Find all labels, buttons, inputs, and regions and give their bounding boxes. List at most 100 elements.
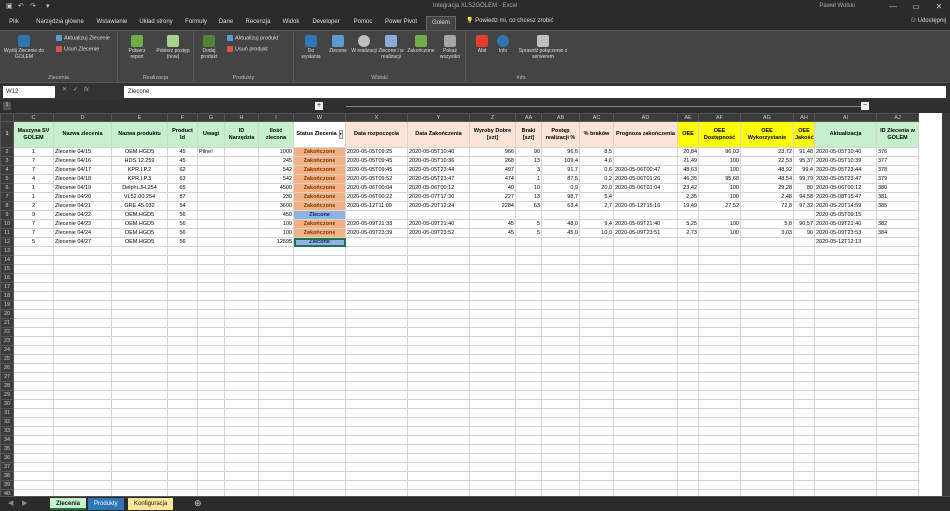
row-header[interactable]: 11 [0, 228, 14, 238]
cell[interactable]: OEM.HGD5 [111, 210, 168, 220]
cell[interactable] [53, 327, 112, 337]
row-header[interactable]: 19 [0, 300, 14, 310]
cell[interactable] [515, 363, 542, 373]
tab-recenzja[interactable]: Recenzja [242, 16, 274, 30]
cell[interactable] [677, 372, 699, 382]
filter-dropdown-icon[interactable]: ▾ [338, 130, 343, 139]
cell[interactable] [197, 327, 225, 337]
cell[interactable]: 90 [515, 147, 542, 157]
cell[interactable] [13, 444, 54, 454]
column-header[interactable]: X [345, 113, 408, 122]
cell[interactable] [167, 291, 198, 301]
cell[interactable]: 2020-05-05T23:47 [407, 174, 470, 184]
cell[interactable] [53, 264, 112, 274]
cell[interactable] [613, 354, 678, 364]
cell[interactable] [469, 264, 516, 274]
cell[interactable] [698, 372, 741, 382]
cell[interactable] [224, 462, 259, 472]
cell[interactable] [345, 435, 408, 445]
vertical-scrollbar[interactable] [942, 113, 950, 496]
cell[interactable] [13, 300, 54, 310]
cell[interactable] [224, 264, 259, 274]
cell[interactable] [677, 282, 699, 292]
cell[interactable] [345, 462, 408, 472]
cell[interactable] [13, 255, 54, 265]
cell[interactable] [793, 318, 815, 328]
cell[interactable]: 2020-05-09T21:33 [345, 219, 408, 229]
cell[interactable] [258, 381, 294, 391]
cell[interactable] [698, 435, 741, 445]
cell[interactable] [793, 435, 815, 445]
cell[interactable] [345, 246, 408, 256]
cell[interactable] [876, 210, 919, 220]
cell[interactable]: 10,0 [579, 228, 614, 238]
cell[interactable] [677, 309, 699, 319]
cell[interactable] [224, 255, 259, 265]
row-header[interactable]: 21 [0, 318, 14, 328]
cell[interactable]: 2020-05-05T09:45 [345, 165, 408, 175]
cell[interactable] [258, 300, 294, 310]
cell[interactable] [814, 363, 877, 373]
cell[interactable] [541, 363, 580, 373]
cell[interactable] [407, 345, 470, 355]
cell[interactable] [613, 417, 678, 427]
column-header[interactable]: Y [407, 113, 470, 122]
cell[interactable] [814, 399, 877, 409]
cell[interactable] [111, 273, 168, 283]
cell[interactable] [814, 444, 877, 454]
cell[interactable] [740, 408, 794, 418]
cell[interactable] [740, 471, 794, 481]
cell[interactable] [197, 273, 225, 283]
cell[interactable] [876, 390, 919, 400]
cell[interactable] [258, 309, 294, 319]
cell[interactable] [258, 426, 294, 436]
cell[interactable] [197, 156, 225, 166]
cell[interactable] [224, 210, 259, 220]
cell[interactable]: 450 [258, 210, 294, 220]
cell[interactable] [111, 381, 168, 391]
cell[interactable]: 2020-05-09T23:52 [407, 228, 470, 238]
cell[interactable]: 2,7 [579, 201, 614, 211]
cell[interactable]: 2,35 [677, 192, 699, 202]
cell[interactable]: 63 [167, 174, 198, 184]
cell[interactable]: 2020-05-05T09:45 [345, 156, 408, 166]
cell[interactable] [224, 435, 259, 445]
cell[interactable] [407, 381, 470, 391]
row-header[interactable]: 36 [0, 453, 14, 463]
cell[interactable] [13, 390, 54, 400]
cell[interactable] [876, 480, 919, 490]
share-button[interactable]: ⚇ Udostępnij [911, 17, 946, 24]
cell[interactable] [793, 282, 815, 292]
name-box[interactable]: W12 [3, 86, 55, 98]
cell[interactable] [167, 363, 198, 373]
cell[interactable]: 5,8 [740, 219, 794, 229]
cell[interactable] [53, 390, 112, 400]
cell[interactable]: 87,5 [541, 174, 580, 184]
cell[interactable] [814, 381, 877, 391]
cell[interactable]: 2020-05-12T12:13 [814, 237, 877, 247]
cell[interactable]: Zlecenie 04/17 [53, 165, 112, 175]
cell[interactable] [469, 300, 516, 310]
cell[interactable] [876, 453, 919, 463]
cell[interactable] [197, 183, 225, 193]
cell[interactable] [293, 426, 346, 436]
cell[interactable]: 4500 [258, 183, 294, 193]
cell[interactable] [407, 453, 470, 463]
cell[interactable] [111, 417, 168, 427]
cell[interactable] [469, 282, 516, 292]
expand-icon[interactable]: + [315, 102, 323, 110]
cell[interactable] [111, 408, 168, 418]
cell[interactable] [469, 309, 516, 319]
cell[interactable] [53, 399, 112, 409]
sheet-tab-zlecenia[interactable]: Zlecenia [50, 498, 87, 510]
cell[interactable] [515, 354, 542, 364]
cell[interactable]: 2020-05-05T10:36 [407, 156, 470, 166]
cell[interactable] [793, 300, 815, 310]
cell[interactable]: 13 [515, 156, 542, 166]
column-header[interactable]: AC [579, 113, 614, 122]
cell[interactable] [740, 309, 794, 319]
cell[interactable] [698, 327, 741, 337]
cell[interactable]: Pilne! [197, 147, 225, 157]
view-ordered-in-progress-button[interactable]: Zlecone i w realizacji [376, 35, 406, 60]
cell[interactable] [579, 354, 614, 364]
